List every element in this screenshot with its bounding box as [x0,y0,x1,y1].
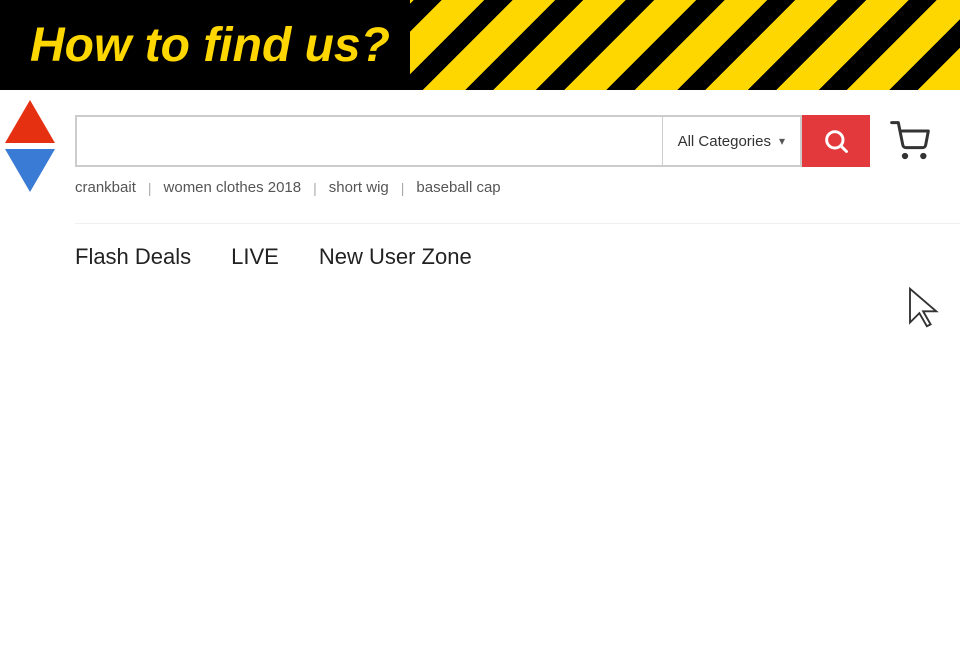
category-selector[interactable]: All Categories ▾ [662,117,800,165]
search-section: All Categories ▾ [75,115,930,167]
cart-icon-wrapper[interactable] [890,121,930,161]
banner-title: How to find us? [0,18,390,73]
banner-stripes [410,0,960,90]
nav-tabs: Flash Deals LIVE New User Zone [75,223,960,270]
search-suggestions: crankbait | women clothes 2018 | short w… [75,177,960,198]
tab-live[interactable]: LIVE [231,244,279,270]
cursor-arrow [905,285,945,330]
separator-2: | [313,180,317,196]
logo-top-triangle [5,100,55,143]
cart-icon [890,121,930,161]
separator-3: | [401,180,405,196]
category-label: All Categories [678,133,771,150]
search-input[interactable] [77,117,662,165]
suggestion-baseball-cap[interactable]: baseball cap [416,177,500,198]
chevron-down-icon: ▾ [779,134,785,148]
suggestion-short-wig[interactable]: short wig [329,177,389,198]
top-banner: How to find us? [0,0,960,90]
stripe-pattern [410,0,960,90]
tab-new-user-zone[interactable]: New User Zone [319,244,472,270]
logo-area [0,90,70,290]
suggestion-crankbait[interactable]: crankbait [75,177,136,198]
logo-placeholder [0,90,60,290]
search-button[interactable] [802,115,870,167]
suggestion-women-clothes[interactable]: women clothes 2018 [164,177,302,198]
search-input-wrapper: All Categories ▾ [75,115,802,167]
logo-bottom-left-triangle [5,149,55,192]
search-icon [822,127,850,155]
tab-flash-deals[interactable]: Flash Deals [75,244,191,270]
separator-1: | [148,180,152,196]
